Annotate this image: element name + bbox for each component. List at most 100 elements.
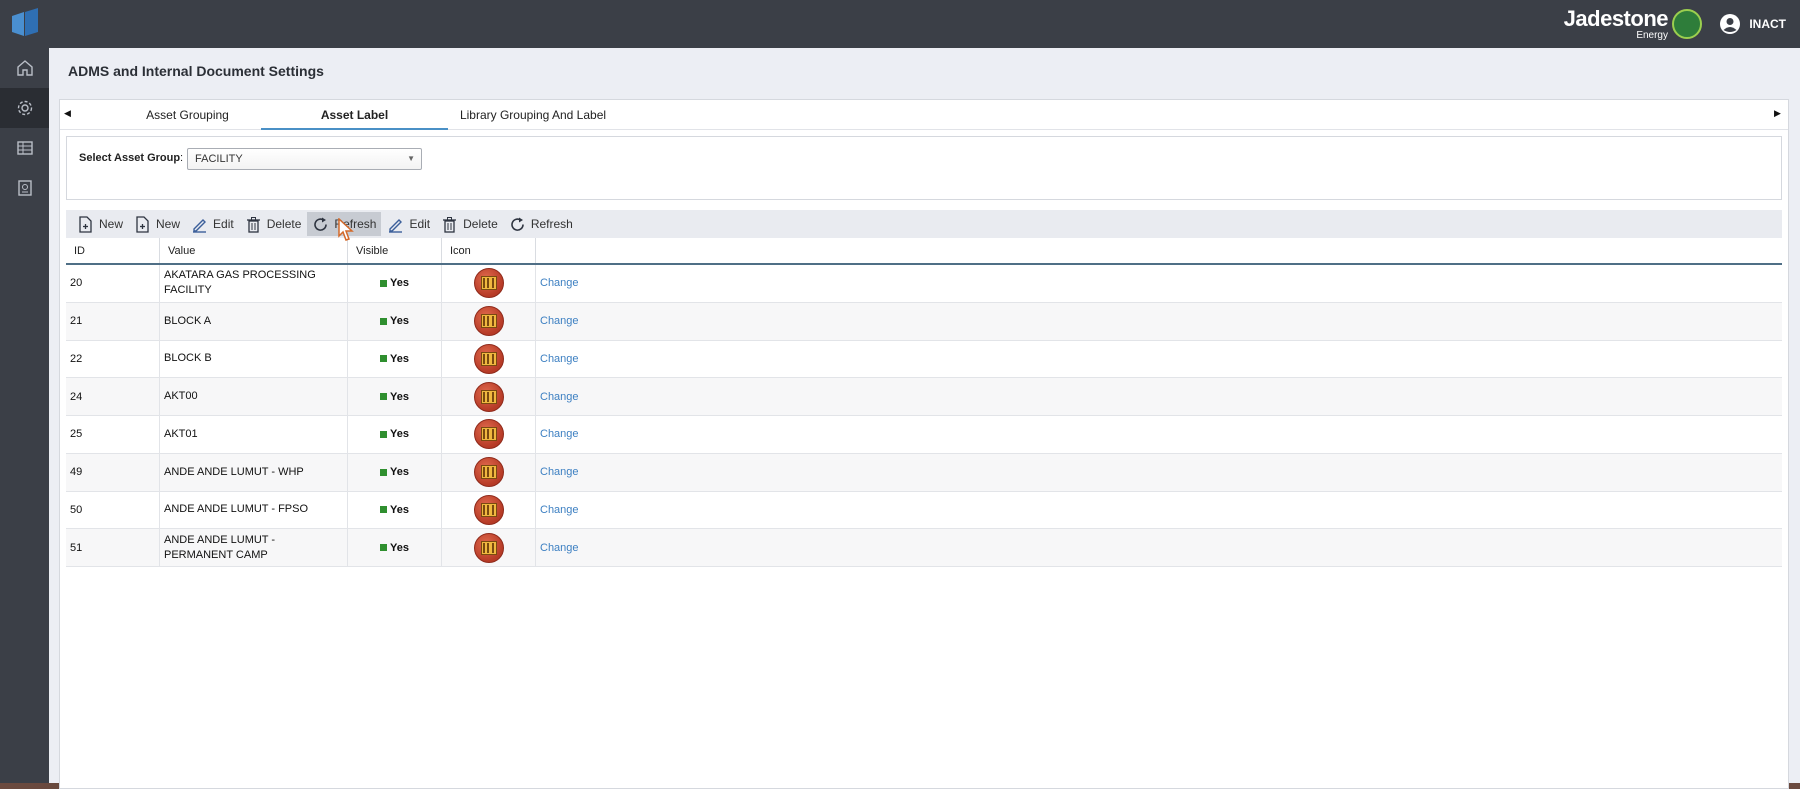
nav-settings[interactable]	[0, 88, 49, 128]
visible-status-icon	[380, 355, 388, 363]
new-doc-icon	[136, 215, 149, 233]
table-row[interactable]: 24 AKT00 Yes Change	[66, 378, 1782, 416]
trash-icon	[443, 216, 457, 233]
edit-label-button-label: Edit	[409, 217, 431, 231]
visible-text: Yes	[390, 541, 409, 554]
change-icon-link[interactable]: Change	[540, 391, 579, 403]
new-button[interactable]: New	[72, 212, 128, 236]
gear-icon	[17, 100, 32, 116]
visible-text: Yes	[390, 352, 409, 365]
column-header-id[interactable]: ID	[66, 238, 160, 263]
visible-text: Yes	[390, 277, 409, 290]
new-label-button[interactable]: New	[129, 212, 185, 236]
table-row[interactable]: 20 AKATARA GAS PROCESSING FACILITY Yes Chan…	[66, 265, 1782, 303]
change-icon-link[interactable]: Change	[540, 353, 579, 365]
tab-library-grouping[interactable]: Library Grouping And Label	[453, 100, 613, 130]
cell-icon	[442, 416, 536, 453]
cell-value: AKATARA GAS PROCESSING FACILITY	[160, 265, 348, 302]
mouse-cursor-icon	[338, 218, 354, 241]
table-row[interactable]: 49 ANDE ANDE LUMUT - WHP Yes Change	[66, 453, 1782, 492]
top-bar: Jadestone Energy INACT	[0, 0, 1800, 48]
cell-id: 50	[66, 491, 160, 529]
grid-header: ID Value Visible Icon	[66, 238, 1782, 265]
tab-scroll-right-icon[interactable]: ▶	[1774, 108, 1784, 120]
brand-subtitle: Energy	[1636, 29, 1668, 41]
tab-asset-grouping[interactable]: Asset Grouping	[110, 100, 265, 130]
visible-status-icon	[380, 430, 388, 438]
delete-label-button-label: Delete	[463, 217, 498, 231]
column-header-visible[interactable]: Visible	[348, 238, 442, 263]
user-menu[interactable]: INACT	[1719, 13, 1786, 35]
app-logo-icon[interactable]	[10, 8, 40, 40]
facility-icon	[473, 532, 504, 563]
facility-icon	[473, 419, 504, 450]
visible-text: Yes	[390, 315, 409, 328]
cell-id: 21	[66, 302, 160, 340]
change-icon-link[interactable]: Change	[540, 277, 579, 289]
change-icon-link[interactable]: Change	[540, 315, 579, 327]
new-button-label: New	[99, 217, 124, 231]
cell-change: Change	[536, 529, 1782, 566]
cell-change: Change	[536, 492, 1782, 529]
user-name: INACT	[1749, 17, 1786, 31]
table-row[interactable]: 50 ANDE ANDE LUMUT - FPSO Yes Change	[66, 491, 1782, 530]
cell-visible: Yes	[348, 529, 442, 566]
table-row[interactable]: 22 BLOCK B Yes Change	[66, 340, 1782, 379]
column-header-value[interactable]: Value	[160, 238, 348, 263]
cell-value: ANDE ANDE LUMUT - PERMANENT CAMP	[160, 529, 348, 566]
cell-change: Change	[536, 341, 1782, 378]
cell-value: AKT01	[160, 416, 348, 453]
edit-icon	[389, 218, 403, 233]
cell-icon	[442, 265, 536, 302]
visible-status-icon	[380, 506, 388, 514]
change-icon-link[interactable]: Change	[540, 504, 579, 516]
cell-change: Change	[536, 378, 1782, 415]
cell-visible: Yes	[348, 265, 442, 302]
edit-button[interactable]: Edit	[186, 212, 239, 236]
change-icon-link[interactable]: Change	[540, 428, 579, 440]
visible-status-icon	[380, 393, 388, 401]
visible-status-icon	[380, 544, 388, 552]
asset-group-select[interactable]: FACILITY ▼	[187, 148, 422, 170]
page-title: ADMS and Internal Document Settings	[68, 63, 324, 79]
tab-asset-label[interactable]: Asset Label	[261, 100, 448, 130]
main-content: ADMS and Internal Document Settings ◀ As…	[49, 48, 1800, 789]
grid-body: 20 AKATARA GAS PROCESSING FACILITY Yes Chan…	[66, 265, 1782, 567]
nav-home[interactable]	[0, 48, 49, 88]
cell-change: Change	[536, 265, 1782, 302]
column-header-icon[interactable]: Icon	[442, 238, 536, 263]
refresh-label-button-label: Refresh	[530, 217, 573, 231]
nav-grid[interactable]	[0, 128, 49, 168]
edit-icon	[193, 218, 207, 233]
table-row[interactable]: 21 BLOCK A Yes Change	[66, 302, 1782, 341]
cell-change: Change	[536, 303, 1782, 340]
cell-icon	[442, 453, 536, 491]
cell-id: 49	[66, 453, 160, 491]
cell-visible: Yes	[348, 453, 442, 491]
new-doc-icon	[79, 215, 92, 233]
label-colon: :	[180, 152, 184, 164]
refresh-icon	[314, 217, 328, 231]
column-header-blank	[536, 238, 1782, 263]
report-icon	[17, 180, 32, 196]
tab-scroll-left-icon[interactable]: ◀	[64, 108, 74, 120]
delete-button[interactable]: Delete	[240, 212, 307, 236]
change-icon-link[interactable]: Change	[540, 466, 579, 478]
nav-reports[interactable]	[0, 168, 49, 208]
cell-visible: Yes	[348, 491, 442, 529]
delete-label-button[interactable]: Delete	[436, 212, 503, 236]
cell-change: Change	[536, 454, 1782, 491]
facility-icon	[473, 381, 504, 412]
facility-icon	[473, 343, 504, 374]
table-row[interactable]: 25 AKT01 Yes Change	[66, 416, 1782, 454]
cell-icon	[442, 302, 536, 340]
asset-group-label: Select Asset Group	[79, 152, 181, 164]
refresh-icon	[511, 217, 524, 231]
cell-id: 25	[66, 416, 160, 453]
brand-logo: Jadestone Energy	[1564, 7, 1702, 41]
table-row[interactable]: 51 ANDE ANDE LUMUT - PERMANENT CAMP Yes Cha…	[66, 529, 1782, 567]
change-icon-link[interactable]: Change	[540, 542, 579, 554]
edit-label-button[interactable]: Edit	[382, 212, 435, 236]
refresh-label-button[interactable]: Refresh	[504, 212, 578, 236]
cell-value: BLOCK A	[160, 302, 348, 340]
